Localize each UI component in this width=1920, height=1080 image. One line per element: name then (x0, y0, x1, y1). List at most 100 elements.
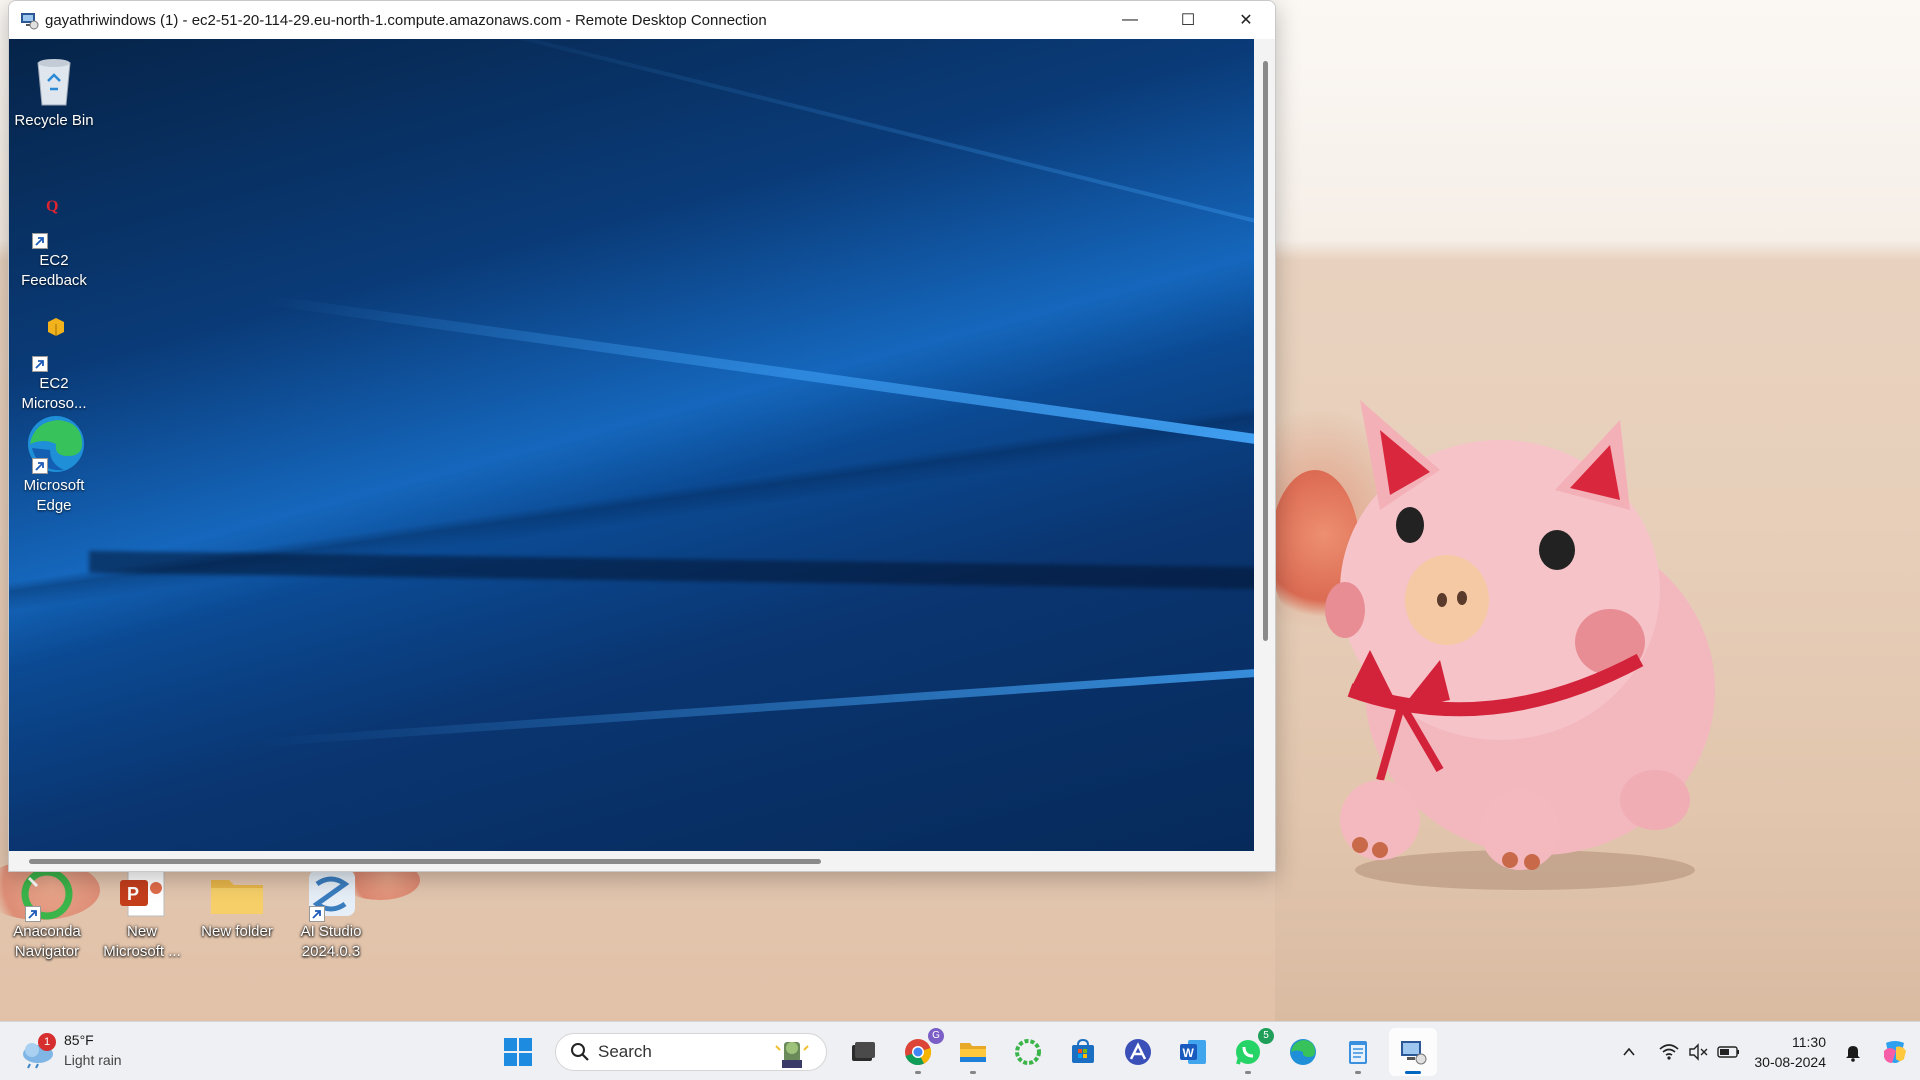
rdp-horizontal-scroll-thumb[interactable] (29, 859, 821, 864)
close-button[interactable]: ✕ (1217, 1, 1275, 39)
battery-button[interactable] (1714, 1037, 1744, 1067)
remote-icon-ec2-microsoft[interactable]: EC2 Microso... (14, 312, 94, 414)
anaconda-icon (1015, 1039, 1041, 1065)
remote-desktop-app-icon (21, 13, 39, 30)
host-icon-label: Anaconda Navigator (13, 923, 81, 960)
wifi-icon (1659, 1043, 1679, 1060)
clock-time: 11:30 (1792, 1033, 1826, 1050)
shortcut-arrow-icon (309, 906, 325, 922)
taskbar-task-view[interactable] (839, 1028, 887, 1076)
remote-icon-microsoft-edge[interactable]: Microsoft Edge (14, 414, 94, 516)
recycle-bin-icon (24, 49, 84, 109)
taskbar-search-box[interactable]: Search (555, 1033, 827, 1071)
remote-icon-recycle-bin[interactable]: Recycle Bin (14, 49, 94, 131)
pig-figurine-image (1325, 400, 1715, 890)
chevron-up-icon (1623, 1047, 1635, 1056)
taskbar-file-explorer[interactable] (949, 1028, 997, 1076)
ai-studio-icon (301, 866, 361, 922)
remote-desktop-icon (1401, 1041, 1427, 1065)
anaconda-icon (17, 866, 77, 922)
volume-button[interactable] (1684, 1037, 1714, 1067)
taskbar: 1 85°F Light rain Search G W 5 11:30 30-… (0, 1021, 1920, 1080)
network-button[interactable] (1654, 1037, 1684, 1067)
host-icon-label: AI Studio 2024.0.3 (300, 923, 362, 960)
taskbar-app-a[interactable] (1114, 1028, 1162, 1076)
system-tray: 11:30 30-08-2024 (1614, 1022, 1920, 1080)
volume-muted-icon (1689, 1042, 1708, 1061)
copilot-button[interactable] (1880, 1037, 1910, 1067)
shortcut-arrow-icon (25, 906, 41, 922)
rain-cloud-icon: 1 (18, 1030, 58, 1070)
host-icon-new-folder[interactable]: New folder (192, 866, 282, 942)
notifications-button[interactable] (1838, 1037, 1868, 1067)
running-indicator (1355, 1071, 1361, 1074)
host-icon-label: New Microsoft ... (103, 923, 181, 960)
running-indicator (970, 1071, 976, 1074)
chrome-profile-badge: G (928, 1028, 944, 1044)
whatsapp-unread-badge: 5 (1258, 1028, 1274, 1044)
whatsapp-icon (1236, 1040, 1260, 1065)
taskbar-anaconda[interactable] (1004, 1028, 1052, 1076)
svg-text:Q: Q (46, 198, 58, 215)
word-icon: W (1180, 1040, 1206, 1064)
host-icon-ai-studio[interactable]: AI Studio 2024.0.3 (286, 866, 376, 962)
svg-text:P: P (127, 884, 139, 904)
taskbar-edge[interactable] (1279, 1028, 1327, 1076)
running-indicator (1405, 1071, 1421, 1074)
show-hidden-icons-button[interactable] (1614, 1037, 1644, 1067)
edge-icon (24, 414, 84, 474)
minimize-icon: — (1122, 11, 1138, 28)
host-icon-label: New folder (201, 923, 273, 940)
start-button[interactable] (494, 1028, 542, 1076)
shortcut-arrow-icon (32, 356, 48, 372)
app-a-icon (1125, 1039, 1151, 1065)
maximize-icon: ☐ (1180, 12, 1196, 29)
taskbar-microsoft-store[interactable] (1059, 1028, 1107, 1076)
rdp-horizontal-scrollbar[interactable] (9, 851, 1256, 871)
remote-desktop-viewport[interactable]: Recycle Bin Q EC2 Feedback EC2 Microso..… (9, 39, 1256, 851)
store-icon (1072, 1038, 1094, 1063)
taskbar-remote-desktop[interactable] (1389, 1028, 1437, 1076)
windows-logo-icon (504, 1038, 532, 1066)
search-highlight-illustration-icon (775, 1042, 809, 1068)
search-label: Search (598, 1042, 652, 1061)
wallpaper-light-beam (258, 669, 1256, 747)
folder-icon (960, 1043, 986, 1062)
taskbar-word[interactable]: W (1169, 1028, 1217, 1076)
running-indicator (915, 1071, 921, 1074)
rdp-window[interactable]: gayathriwindows (1) - ec2-51-20-114-29.e… (8, 0, 1276, 872)
rdp-vertical-scroll-thumb[interactable] (1263, 61, 1268, 641)
task-view-icon (852, 1042, 875, 1061)
bell-icon (1846, 1045, 1860, 1062)
remote-icon-label: EC2 Microso... (21, 375, 87, 412)
weather-condition: Light rain (64, 1052, 122, 1068)
remote-icon-label: EC2 Feedback (21, 252, 87, 289)
remote-icon-label: Microsoft Edge (23, 477, 85, 514)
weather-alert-badge: 1 (38, 1033, 56, 1051)
clock[interactable]: 11:30 30-08-2024 (1754, 1032, 1826, 1072)
shortcut-arrow-icon (32, 233, 48, 249)
folder-icon (207, 866, 267, 922)
battery-icon (1717, 1045, 1740, 1058)
taskbar-notepad[interactable] (1334, 1028, 1382, 1076)
maximize-button[interactable]: ☐ (1159, 1, 1217, 39)
svg-text:W: W (1183, 1046, 1195, 1060)
weather-widget[interactable]: 1 85°F Light rain (18, 1030, 122, 1070)
wallpaper-light-beam (382, 39, 1256, 223)
search-icon (571, 1043, 589, 1061)
host-icon-anaconda-navigator[interactable]: Anaconda Navigator (2, 866, 92, 962)
remote-icon-label: Recycle Bin (14, 112, 94, 129)
powerpoint-file-icon: P (112, 866, 172, 922)
weather-temperature: 85°F (64, 1032, 94, 1048)
taskbar-whatsapp[interactable]: 5 (1224, 1028, 1274, 1076)
host-icon-new-microsoft-powerpoint[interactable]: P New Microsoft ... (97, 866, 187, 962)
clock-date: 30-08-2024 (1754, 1053, 1826, 1070)
taskbar-chrome[interactable]: G (894, 1028, 944, 1076)
notepad-icon (1349, 1041, 1367, 1064)
copilot-icon (1884, 1040, 1906, 1063)
ec2-feedback-icon: Q (24, 189, 84, 249)
rdp-vertical-scrollbar[interactable] (1254, 39, 1275, 851)
rdp-titlebar[interactable]: gayathriwindows (1) - ec2-51-20-114-29.e… (9, 1, 1275, 39)
remote-icon-ec2-feedback[interactable]: Q EC2 Feedback (14, 189, 94, 291)
minimize-button[interactable]: — (1101, 1, 1159, 39)
